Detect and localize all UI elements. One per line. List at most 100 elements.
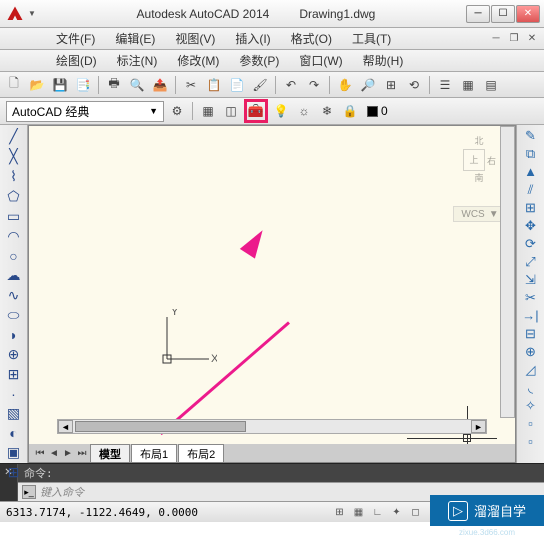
- doc-close-button[interactable]: ✕: [524, 32, 540, 46]
- toolbox-highlighted-icon[interactable]: 🧰: [244, 99, 268, 123]
- menu-help[interactable]: 帮助(H): [353, 50, 414, 71]
- tab-next-icon[interactable]: ►: [61, 446, 75, 460]
- menu-insert[interactable]: 插入(I): [225, 28, 280, 49]
- menu-modify[interactable]: 修改(M): [167, 50, 229, 71]
- ellipse-arc-icon[interactable]: ◗: [2, 326, 26, 344]
- ellipse-icon[interactable]: ⬭: [2, 306, 26, 325]
- zoom-win-icon[interactable]: ⊞: [381, 75, 401, 95]
- light-icon[interactable]: 💡: [271, 101, 291, 121]
- maximize-button[interactable]: ☐: [491, 5, 515, 23]
- publish-icon[interactable]: 📤: [150, 75, 170, 95]
- print-icon[interactable]: 🖶: [104, 75, 124, 95]
- tab-prev-icon[interactable]: ◄: [47, 446, 61, 460]
- scroll-right-icon[interactable]: ►: [471, 420, 486, 433]
- open-icon[interactable]: 📂: [27, 75, 47, 95]
- zoom-prev-icon[interactable]: ⟲: [404, 75, 424, 95]
- app-menu-icon[interactable]: [4, 4, 26, 24]
- menu-window[interactable]: 窗口(W): [289, 50, 352, 71]
- insert-icon[interactable]: ⊕: [2, 345, 26, 364]
- minimize-button[interactable]: ─: [466, 5, 490, 23]
- tool-r2-icon[interactable]: ▫: [519, 433, 543, 450]
- design-center-icon[interactable]: ▦: [458, 75, 478, 95]
- sun-icon[interactable]: ☼: [294, 101, 314, 121]
- offset-icon[interactable]: ⫽: [519, 181, 543, 198]
- point-icon[interactable]: ·: [2, 385, 26, 403]
- copy-icon[interactable]: 📋: [204, 75, 224, 95]
- tab-last-icon[interactable]: ⏭: [75, 446, 89, 460]
- new-icon[interactable]: 🗋: [4, 75, 24, 95]
- circle-icon[interactable]: ○: [2, 247, 26, 265]
- status-ortho-icon[interactable]: ∟: [369, 504, 386, 520]
- menu-tools[interactable]: 工具(T): [342, 28, 401, 49]
- break-icon[interactable]: ⊟: [519, 325, 543, 342]
- freeze-icon[interactable]: ❄: [317, 101, 337, 121]
- hatch-icon[interactable]: ▧: [2, 404, 26, 423]
- match-icon[interactable]: 🖌: [250, 75, 270, 95]
- tab-model[interactable]: 模型: [90, 444, 130, 463]
- extend-icon[interactable]: →|: [519, 307, 543, 324]
- close-button[interactable]: ✕: [516, 5, 540, 23]
- paste-icon[interactable]: 📄: [227, 75, 247, 95]
- arc-icon[interactable]: ◠: [2, 227, 26, 246]
- chamfer-icon[interactable]: ◿: [519, 361, 543, 378]
- xline-icon[interactable]: ╳: [2, 147, 26, 166]
- undo-icon[interactable]: ↶: [281, 75, 301, 95]
- scroll-thumb[interactable]: [75, 421, 246, 432]
- trim-icon[interactable]: ✂: [519, 289, 543, 306]
- menu-param[interactable]: 参数(P): [229, 50, 289, 71]
- polygon-icon[interactable]: ⬠: [2, 187, 26, 206]
- drawing-canvas[interactable]: 北 上 右 南 WCS ▼ Y X ◄: [28, 125, 516, 463]
- doc-minimize-button[interactable]: ─: [488, 32, 504, 46]
- properties-icon[interactable]: ☰: [435, 75, 455, 95]
- status-snap-icon[interactable]: ⊞: [331, 504, 348, 520]
- tab-first-icon[interactable]: ⏮: [33, 446, 47, 460]
- tool1-icon[interactable]: ▦: [198, 101, 218, 121]
- horizontal-scrollbar[interactable]: ◄ ►: [57, 419, 487, 434]
- revcloud-icon[interactable]: ☁: [2, 266, 26, 285]
- rotate-icon[interactable]: ⟳: [519, 235, 543, 252]
- doc-restore-button[interactable]: ❐: [506, 32, 522, 46]
- fillet-icon[interactable]: ◟: [519, 379, 543, 396]
- saveas-icon[interactable]: 📑: [73, 75, 93, 95]
- scroll-left-icon[interactable]: ◄: [58, 420, 73, 433]
- erase-icon[interactable]: ✎: [519, 127, 543, 144]
- menu-file[interactable]: 文件(F): [46, 28, 105, 49]
- wcs-dropdown[interactable]: WCS ▼: [453, 206, 507, 222]
- current-layer[interactable]: 0: [363, 104, 392, 118]
- workspace-select[interactable]: AutoCAD 经典 ▼: [6, 101, 164, 122]
- pan-icon[interactable]: ✋: [335, 75, 355, 95]
- spline-icon[interactable]: ∿: [2, 286, 26, 305]
- status-grid-icon[interactable]: ▦: [350, 504, 367, 520]
- stretch-icon[interactable]: ⇲: [519, 271, 543, 288]
- app-menu-dropdown-icon[interactable]: ▼: [28, 9, 36, 18]
- menu-edit[interactable]: 编辑(E): [105, 28, 165, 49]
- region-icon[interactable]: ▣: [2, 443, 26, 462]
- menu-view[interactable]: 视图(V): [165, 28, 225, 49]
- vertical-scrollbar[interactable]: [500, 126, 515, 418]
- scale-icon[interactable]: ⤢: [519, 253, 543, 270]
- block-icon[interactable]: ⊞: [2, 365, 26, 384]
- tool2-icon[interactable]: ◫: [221, 101, 241, 121]
- viewcube[interactable]: 北 上 右 南: [451, 134, 507, 202]
- redo-icon[interactable]: ↷: [304, 75, 324, 95]
- coords-display[interactable]: 6313.7174, -1122.4649, 0.0000: [6, 506, 198, 519]
- copy-obj-icon[interactable]: ⧉: [519, 145, 543, 162]
- tab-layout1[interactable]: 布局1: [131, 444, 177, 463]
- command-prompt-icon[interactable]: ▸_: [22, 485, 36, 499]
- table-icon[interactable]: ⊞: [2, 463, 26, 482]
- gradient-icon[interactable]: ◐: [2, 424, 26, 442]
- tool-palette-icon[interactable]: ▤: [481, 75, 501, 95]
- line-icon[interactable]: ╱: [2, 127, 26, 146]
- menu-draw[interactable]: 绘图(D): [46, 50, 107, 71]
- mirror-icon[interactable]: ▲: [519, 163, 543, 180]
- move-icon[interactable]: ✥: [519, 217, 543, 234]
- rectangle-icon[interactable]: ▭: [2, 207, 26, 226]
- join-icon[interactable]: ⊕: [519, 343, 543, 360]
- status-polar-icon[interactable]: ✦: [388, 504, 405, 520]
- menu-format[interactable]: 格式(O): [281, 28, 342, 49]
- tab-layout2[interactable]: 布局2: [178, 444, 224, 463]
- array-icon[interactable]: ⊞: [519, 199, 543, 216]
- lock-icon[interactable]: 🔒: [340, 101, 360, 121]
- menu-dim[interactable]: 标注(N): [107, 50, 168, 71]
- preview-icon[interactable]: 🔍: [127, 75, 147, 95]
